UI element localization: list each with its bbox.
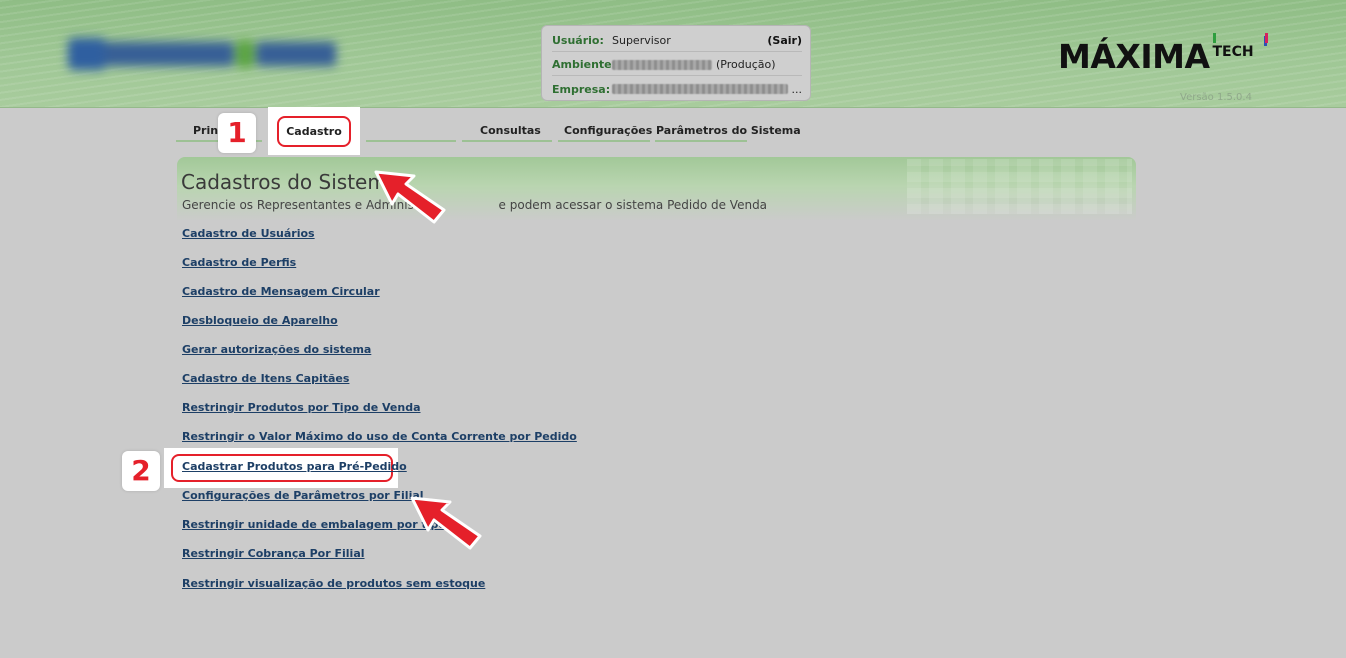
step-1-badge: 1 [218, 113, 256, 153]
tab-underline [655, 140, 747, 142]
brand-bar-green [1213, 33, 1216, 43]
tab-consultas[interactable]: Consultas [480, 124, 541, 137]
tab-configuracoes[interactable]: Configurações [564, 124, 652, 137]
tab-cadastro[interactable]: Cadastro [277, 116, 351, 147]
link-cobranca-filial[interactable]: Restringir Cobrança Por Filial [182, 547, 365, 560]
page-description: Gerencie os Representantes e Administ e p… [182, 198, 767, 212]
page-description-end: e podem acessar o sistema Pedido de Vend… [498, 198, 768, 212]
panel-decoration [907, 159, 1132, 214]
brand-name: MÁXIMA [1058, 37, 1210, 76]
link-mensagem-circular[interactable]: Cadastro de Mensagem Circular [182, 285, 380, 298]
tab-underline [462, 140, 552, 142]
tab-underline [366, 140, 456, 142]
link-restringir-tipo-venda[interactable]: Restringir Produtos por Tipo de Venda [182, 401, 421, 414]
empresa-label: Empresa: [552, 82, 611, 96]
link-produtos-pre-pedido[interactable]: Cadastrar Produtos para Pré-Pedido [182, 460, 407, 473]
redacted-empresa [611, 84, 788, 94]
step-2-badge: 2 [122, 451, 160, 491]
pedido-de-venda-logo [68, 36, 340, 74]
header-bar: Usuário: Supervisor (Sair) Ambiente: (Pr… [0, 0, 1346, 108]
ambiente-label: Ambiente: [552, 58, 617, 71]
user-name: Supervisor [612, 34, 671, 47]
logout-link[interactable]: (Sair) [767, 34, 802, 47]
link-gerar-autorizacoes[interactable]: Gerar autorizações do sistema [182, 343, 371, 356]
user-info-box: Usuário: Supervisor (Sair) Ambiente: (Pr… [541, 25, 811, 101]
link-cadastro-usuarios[interactable]: Cadastro de Usuários [182, 227, 315, 240]
arrow-icon [374, 170, 446, 224]
tab-underline [558, 140, 650, 142]
version-label: Versão 1.5.0.4 [1180, 92, 1252, 103]
arrow-icon [410, 496, 482, 550]
redacted-ambiente [612, 59, 712, 70]
link-valor-maximo-conta-corrente[interactable]: Restringir o Valor Máximo do uso de Cont… [182, 430, 577, 443]
user-row: Usuário: Supervisor (Sair) [552, 30, 802, 52]
user-label: Usuário: [552, 34, 604, 47]
empresa-row: Empresa: ... [552, 78, 802, 100]
link-itens-capitaes[interactable]: Cadastro de Itens Capitães [182, 372, 349, 385]
ambiente-suffix: (Produção) [716, 58, 776, 71]
maxima-tech-logo: MÁXIMA TECH [1058, 33, 1268, 78]
link-parametros-filial[interactable]: Configurações de Parâmetros por Filial [182, 489, 424, 502]
link-cadastro-perfis[interactable]: Cadastro de Perfis [182, 256, 296, 269]
tab-cadastro-label: Cadastro [286, 125, 342, 138]
link-produtos-sem-estoque[interactable]: Restringir visualização de produtos sem … [182, 577, 485, 590]
tab-parametros[interactable]: Parâmetros do Sistema [656, 124, 801, 137]
empresa-suffix: ... [791, 82, 803, 96]
link-desbloqueio-aparelho[interactable]: Desbloqueio de Aparelho [182, 314, 338, 327]
page-title: Cadastros do Sistema [181, 170, 400, 194]
ambiente-row: Ambiente: (Produção) [552, 54, 802, 76]
brand-bar-pink [1265, 33, 1268, 43]
brand-suffix: TECH [1212, 44, 1254, 60]
